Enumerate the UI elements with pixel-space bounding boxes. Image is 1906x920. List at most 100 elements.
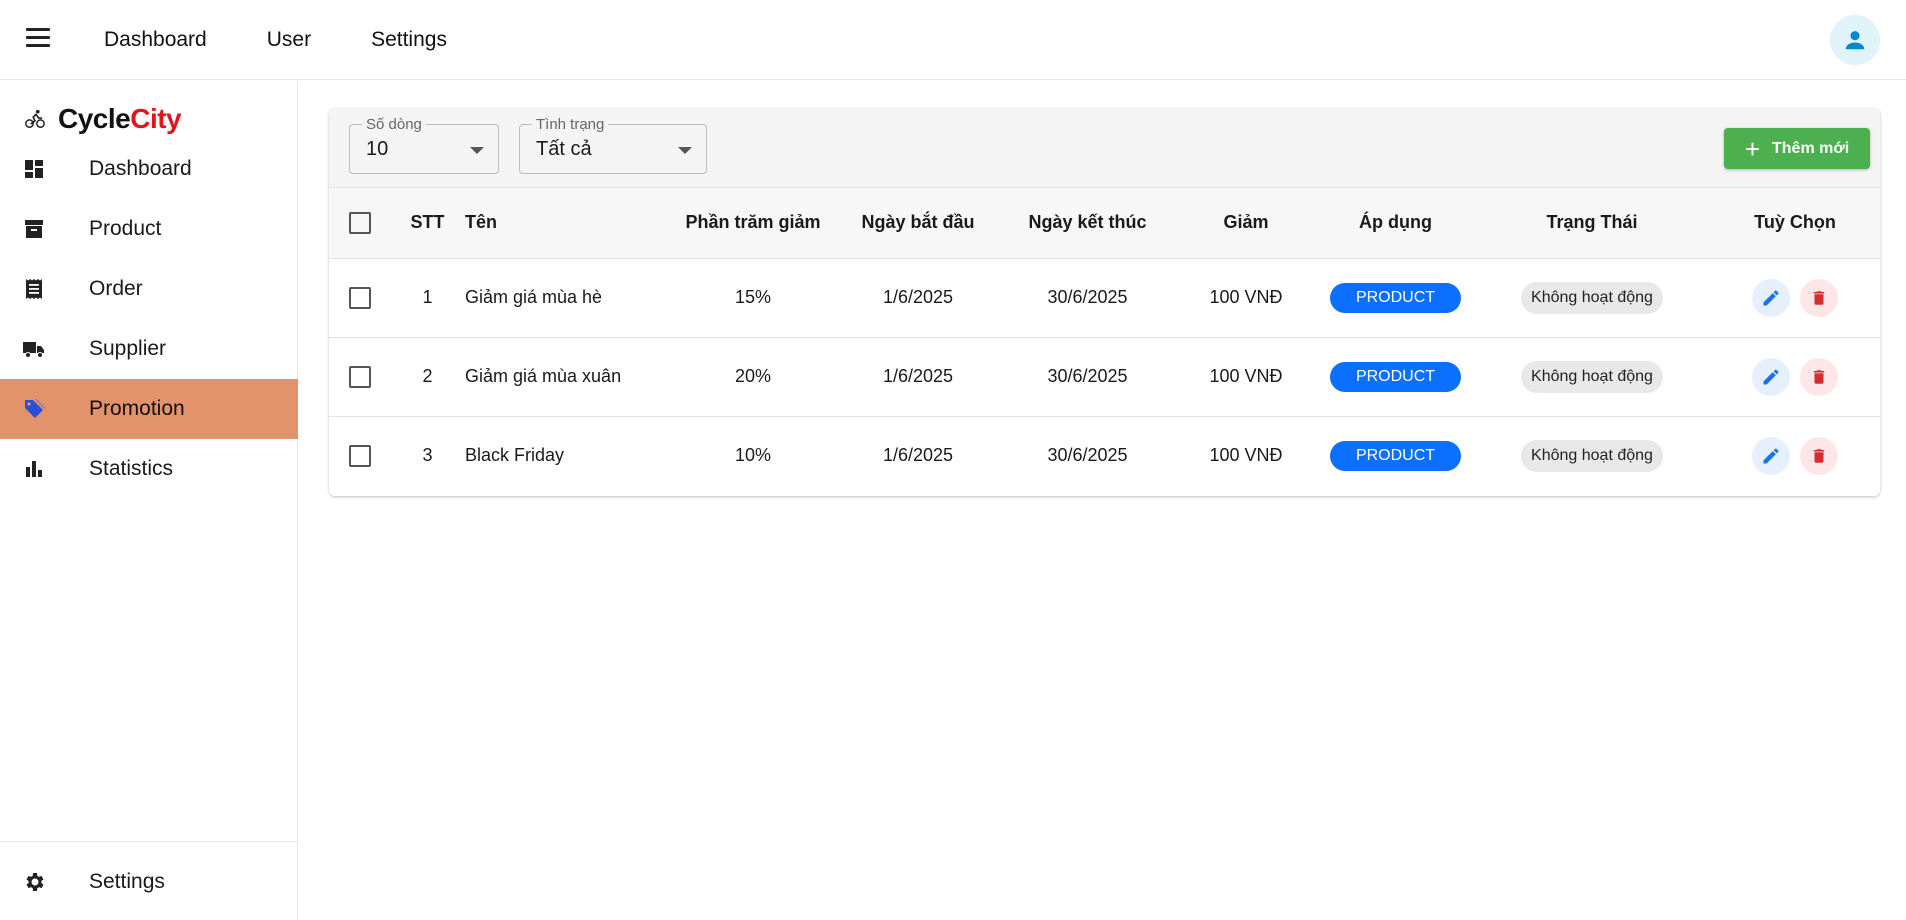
column-header-apply[interactable]: Áp dụng	[1317, 188, 1474, 258]
status-filter-value: Tất cả	[536, 138, 592, 160]
cell-name: Giảm giá mùa xuân	[465, 366, 622, 386]
sidebar-item-label: Statistics	[89, 457, 174, 480]
cell-name: Black Friday	[465, 445, 565, 466]
column-header-status[interactable]: Trạng Thái	[1474, 188, 1710, 258]
trash-icon	[1813, 290, 1825, 305]
topnav-dashboard-link[interactable]: Dashboard	[104, 28, 207, 52]
chevron-down-icon	[678, 147, 692, 154]
trash-icon	[1813, 369, 1825, 384]
cell-end-date: 30/6/2025	[1047, 445, 1128, 466]
column-header-discount[interactable]: Giảm	[1175, 188, 1317, 258]
plus-icon: +	[1744, 133, 1760, 164]
status-filter-label: Tình trạng	[532, 116, 609, 133]
status-filter-select[interactable]: Tình trạng Tất cả	[519, 116, 707, 174]
column-header-options: Tuỳ Chọn	[1754, 212, 1836, 233]
promotion-table-card: Số dòng 10 Tình trạng Tất cả + Thêm mới …	[329, 108, 1880, 496]
sidebar-item-supplier[interactable]: Supplier	[0, 319, 298, 379]
sidebar-item-label: Settings	[89, 870, 165, 893]
cell-start-date: 1/6/2025	[882, 287, 954, 307]
top-app-bar: Dashboard User Settings	[0, 0, 1906, 80]
pencil-icon	[1763, 290, 1779, 305]
cell-discount: 100 VNĐ	[1209, 287, 1283, 307]
column-header-end-date[interactable]: Ngày kết thúc	[1000, 188, 1175, 258]
row-checkbox[interactable]	[348, 444, 371, 467]
menu-icon[interactable]	[26, 28, 50, 48]
topnav-settings-link[interactable]: Settings	[371, 28, 447, 52]
cell-stt: 1	[422, 287, 433, 307]
delete-button[interactable]	[1800, 436, 1838, 475]
table-row[interactable]: 3 Black Friday 10% 1/6/2025 30/6/2025 10…	[329, 416, 1880, 495]
add-new-button[interactable]: + Thêm mới	[1724, 128, 1870, 169]
edit-button[interactable]	[1752, 357, 1790, 396]
apply-type-chip: PRODUCT	[1329, 361, 1462, 392]
sidebar-nav: Dashboard Product Order Supplier Promoti…	[0, 139, 298, 499]
bar-chart-icon	[26, 461, 42, 477]
rows-per-page-label: Số dòng	[362, 116, 426, 133]
account-avatar-button[interactable]	[1830, 15, 1880, 65]
cell-percent: 20%	[734, 366, 772, 386]
cell-stt: 3	[422, 445, 433, 466]
sidebar-footer: Settings	[0, 852, 298, 912]
column-header-start-date[interactable]: Ngày bắt đầu	[836, 188, 1000, 258]
cell-start-date: 1/6/2025	[882, 366, 954, 386]
top-nav: Dashboard User Settings	[104, 0, 507, 80]
table-toolbar: Số dòng 10 Tình trạng Tất cả + Thêm mới	[329, 108, 1880, 188]
archive-icon	[25, 220, 43, 238]
delete-button[interactable]	[1800, 278, 1838, 317]
add-new-label: Thêm mới	[1772, 139, 1850, 157]
promotion-table: STT Tên Phần trăm giảm Ngày bắt đầu Ngày…	[329, 188, 1880, 495]
select-all-checkbox[interactable]	[348, 211, 371, 234]
truck-icon	[23, 342, 44, 358]
sidebar: CycleCity Dashboard Product Order Suppli…	[0, 81, 298, 920]
cell-percent: 10%	[734, 445, 772, 466]
rows-per-page-select[interactable]: Số dòng 10	[349, 116, 499, 174]
status-chip: Không hoạt động	[1521, 281, 1663, 314]
sidebar-item-label: Promotion	[89, 397, 185, 420]
column-header-stt[interactable]: STT	[390, 188, 465, 258]
cyclist-icon	[25, 109, 45, 128]
table-row[interactable]: 2 Giảm giá mùa xuân 20% 1/6/2025 30/6/20…	[329, 337, 1880, 416]
sidebar-divider	[0, 841, 298, 842]
dashboard-icon	[25, 160, 43, 178]
user-icon	[1845, 31, 1865, 50]
table-row[interactable]: 1 Giảm giá mùa hè 15% 1/6/2025 30/6/2025…	[329, 258, 1880, 337]
column-header-percent[interactable]: Phần trăm giảm	[670, 188, 836, 258]
cell-percent: 15%	[734, 287, 772, 307]
row-checkbox[interactable]	[348, 365, 371, 388]
trash-icon	[1813, 449, 1825, 463]
brand-logo[interactable]: CycleCity	[24, 103, 182, 135]
apply-type-chip: PRODUCT	[1329, 440, 1462, 471]
cell-discount: 100 VNĐ	[1209, 445, 1283, 466]
receipt-icon	[26, 279, 42, 299]
brand-name: CycleCity	[58, 103, 182, 134]
column-header-name[interactable]: Tên	[465, 188, 670, 258]
sidebar-item-settings[interactable]: Settings	[0, 852, 298, 912]
edit-button[interactable]	[1752, 278, 1790, 317]
sidebar-item-statistics[interactable]: Statistics	[0, 439, 298, 499]
cell-discount: 100 VNĐ	[1209, 366, 1283, 386]
status-chip: Không hoạt động	[1521, 439, 1663, 472]
sidebar-item-order[interactable]: Order	[0, 259, 298, 319]
row-checkbox[interactable]	[348, 286, 371, 309]
sidebar-item-label: Order	[89, 277, 143, 300]
sidebar-item-label: Product	[89, 217, 162, 240]
sidebar-item-dashboard[interactable]: Dashboard	[0, 139, 298, 199]
status-chip: Không hoạt động	[1521, 360, 1663, 393]
table-header-row: STT Tên Phần trăm giảm Ngày bắt đầu Ngày…	[329, 188, 1880, 258]
topnav-user-link[interactable]: User	[267, 28, 311, 52]
cell-name: Giảm giá mùa hè	[465, 287, 603, 307]
sidebar-item-label: Supplier	[89, 337, 167, 360]
sidebar-item-promotion[interactable]: Promotion	[0, 379, 298, 439]
sidebar-item-label: Dashboard	[89, 157, 192, 180]
cell-stt: 2	[422, 366, 433, 386]
edit-button[interactable]	[1752, 436, 1790, 475]
delete-button[interactable]	[1800, 357, 1838, 396]
cell-end-date: 30/6/2025	[1047, 287, 1128, 307]
rows-per-page-value: 10	[366, 138, 389, 160]
sidebar-item-product[interactable]: Product	[0, 199, 298, 259]
pencil-icon	[1763, 369, 1779, 384]
gear-icon	[26, 873, 44, 891]
cell-start-date: 1/6/2025	[882, 445, 954, 466]
cell-end-date: 30/6/2025	[1047, 366, 1128, 386]
apply-type-chip: PRODUCT	[1329, 282, 1462, 313]
